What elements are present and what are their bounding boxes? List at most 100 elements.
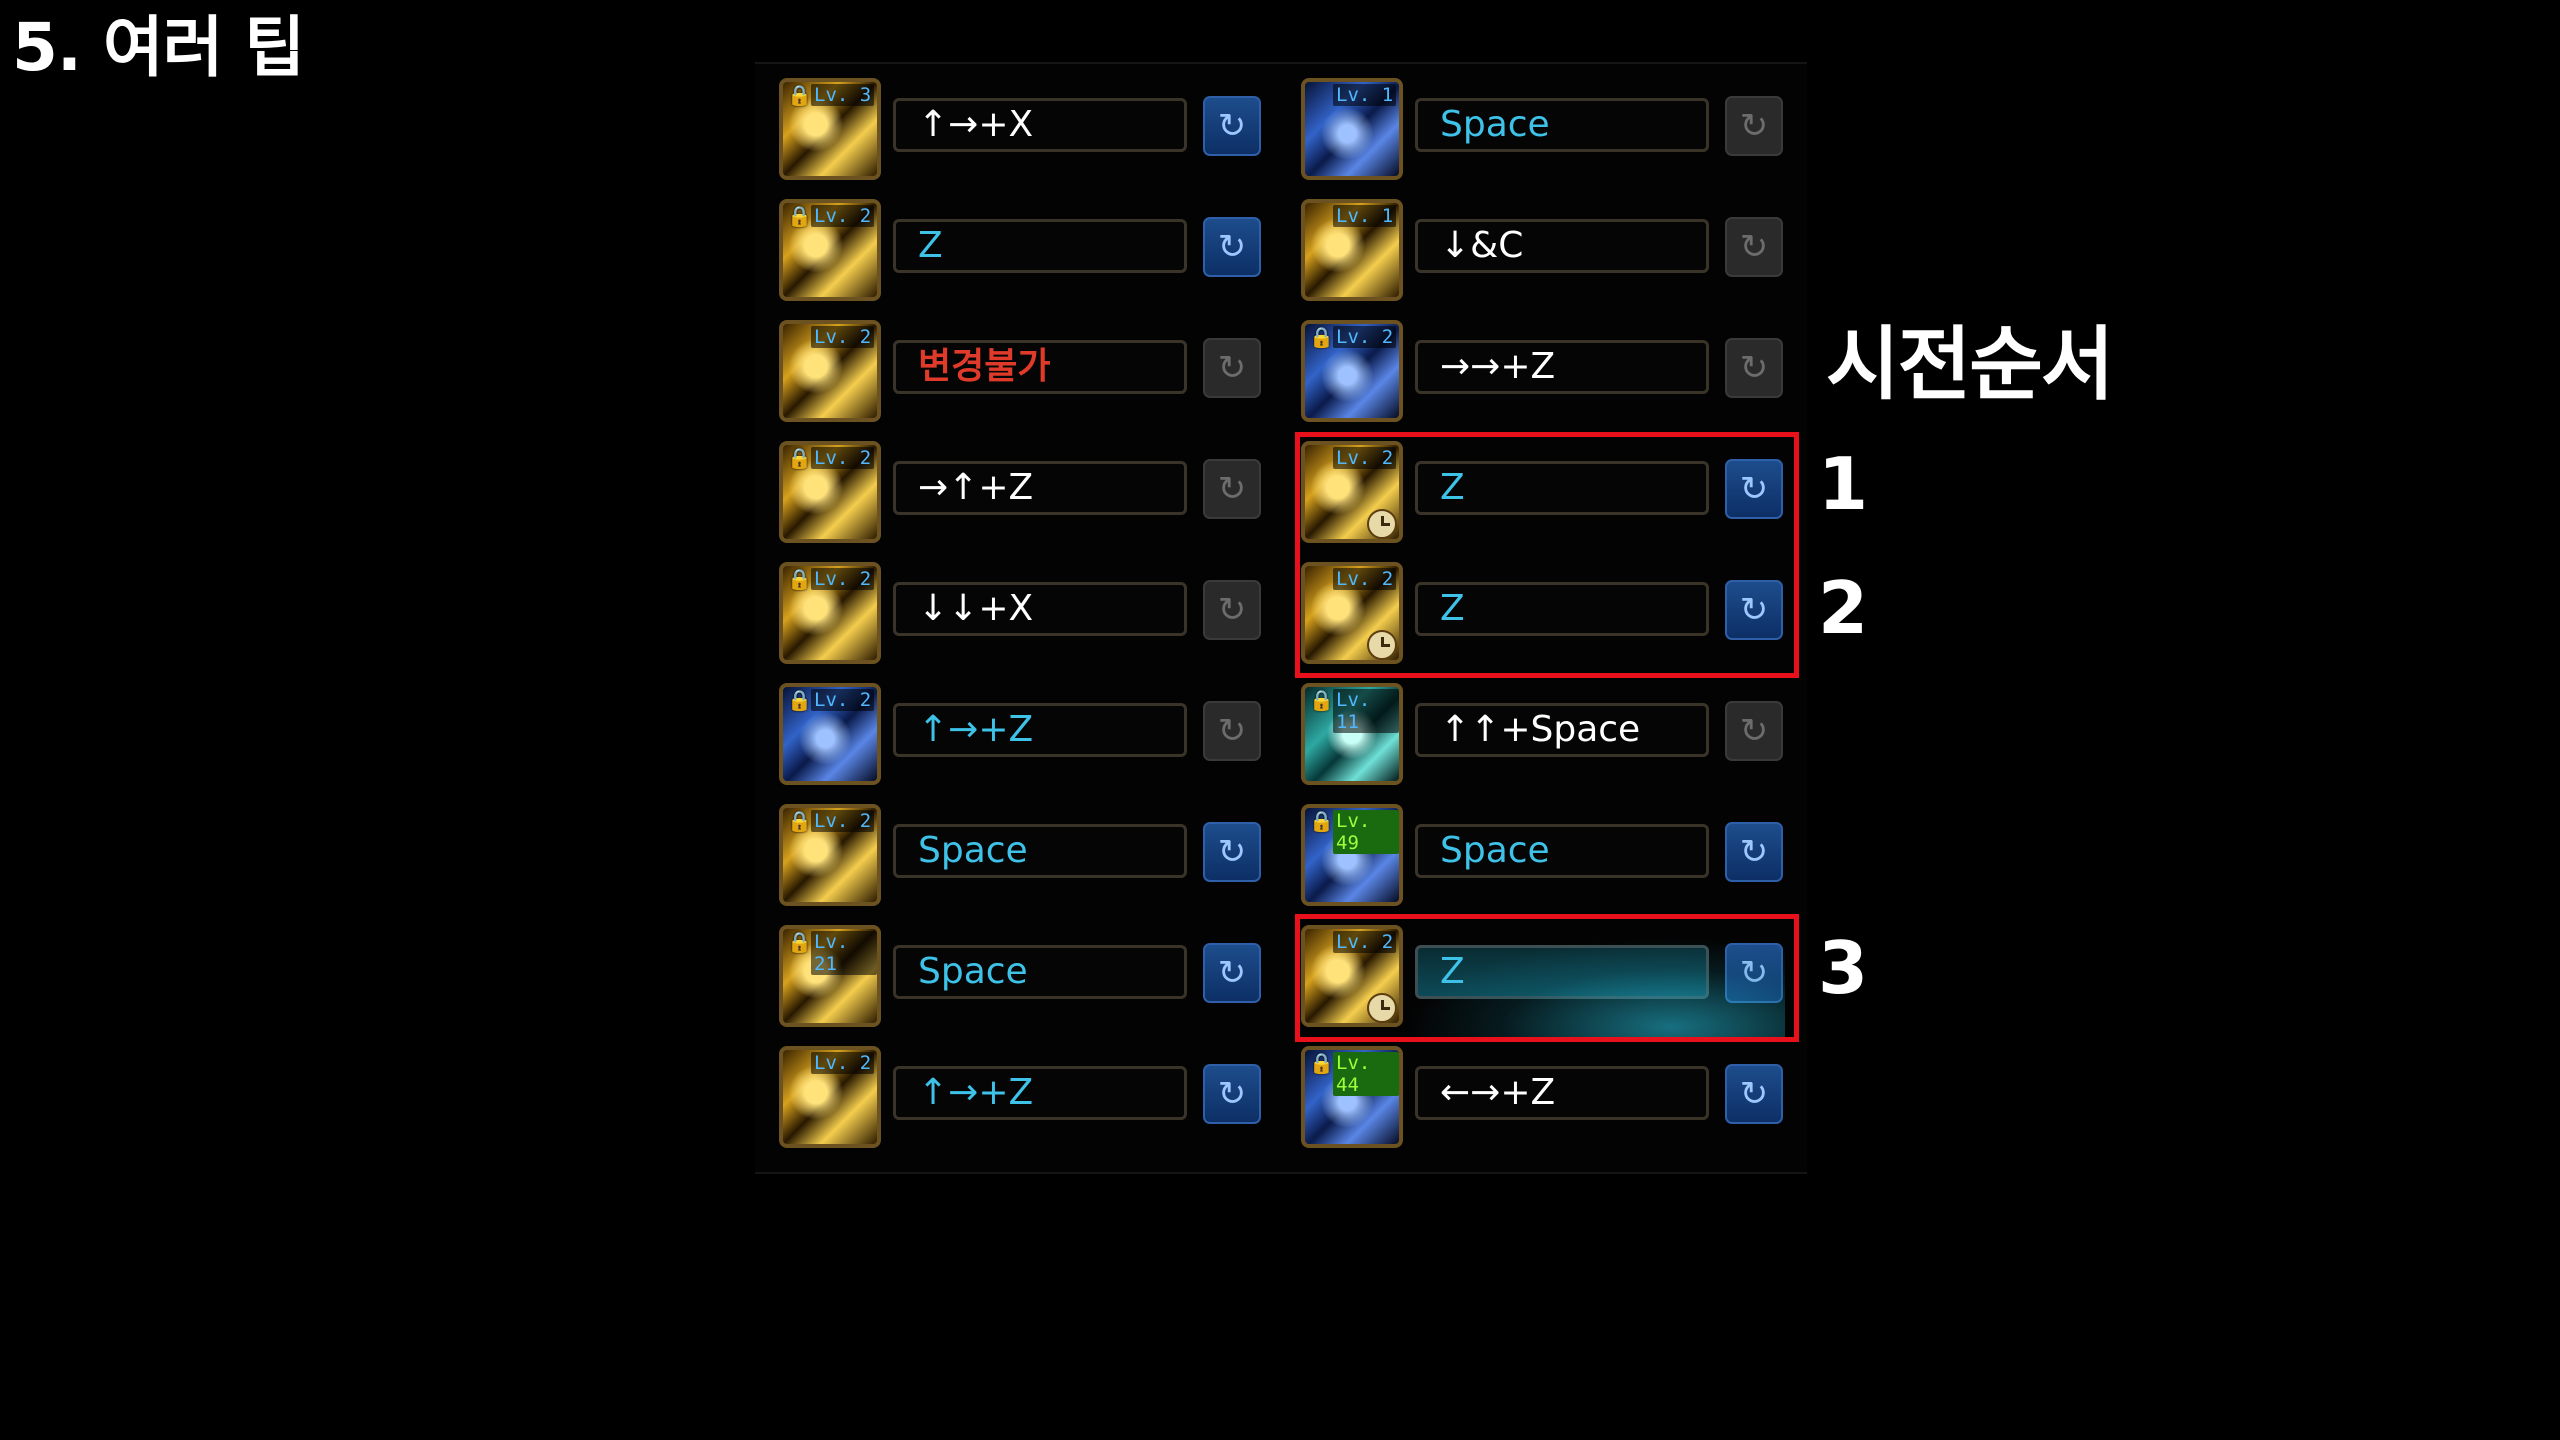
skill-row: 🔒 Lv. 2 →↑+Z ↻ <box>779 437 1261 558</box>
refresh-icon: ↻ <box>1739 227 1769 267</box>
skill-icon[interactable]: 🔒 Lv. 2 <box>779 562 881 664</box>
key-binding-field[interactable]: ↑↑+Space <box>1415 703 1709 757</box>
skill-row: 🔒 Lv. 2 ↑→+Z ↻ <box>779 679 1261 800</box>
refresh-button[interactable]: ↻ <box>1203 701 1261 761</box>
skill-row: Lv. 2 ↑→+Z ↻ <box>779 1042 1261 1163</box>
lock-icon: 🔒 <box>1309 325 1334 349</box>
refresh-button[interactable]: ↻ <box>1725 822 1783 882</box>
key-binding-field[interactable]: ←→+Z <box>1415 1066 1709 1120</box>
refresh-button[interactable]: ↻ <box>1203 943 1261 1003</box>
lock-icon: 🔒 <box>787 204 812 228</box>
skill-level-badge: Lv. 2 <box>811 810 875 832</box>
refresh-icon: ↻ <box>1739 348 1769 388</box>
skill-row: Lv. 1 Space ↻ <box>1301 74 1783 195</box>
highlight-box-order-1-2 <box>1295 432 1799 678</box>
highlight-box-order-3 <box>1295 914 1799 1042</box>
lock-icon: 🔒 <box>1309 688 1334 712</box>
skill-level-badge: Lv. 11 <box>1333 689 1399 733</box>
refresh-button[interactable]: ↻ <box>1725 701 1783 761</box>
skill-row: 🔒 Lv. 2 Space ↻ <box>779 800 1261 921</box>
skill-row: 🔒 Lv. 2 →→+Z ↻ <box>1301 316 1783 437</box>
refresh-icon: ↻ <box>1217 711 1247 751</box>
lock-icon: 🔒 <box>787 446 812 470</box>
refresh-button[interactable]: ↻ <box>1203 580 1261 640</box>
key-binding-field[interactable]: 변경불가 <box>893 340 1187 394</box>
skill-row: Lv. 1 ↓&C ↻ <box>1301 195 1783 316</box>
lock-icon: 🔒 <box>787 688 812 712</box>
skill-icon[interactable]: 🔒 Lv. 2 <box>779 199 881 301</box>
cast-order-number-3: 3 <box>1818 926 1869 1010</box>
key-binding-field[interactable]: Z <box>893 219 1187 273</box>
skill-row: Lv. 2 변경불가 ↻ <box>779 316 1261 437</box>
key-binding-field[interactable]: →→+Z <box>1415 340 1709 394</box>
refresh-icon: ↻ <box>1217 227 1247 267</box>
key-binding-field[interactable]: ↑→+Z <box>893 1066 1187 1120</box>
key-binding-field[interactable]: Space <box>1415 824 1709 878</box>
key-binding-field[interactable]: Space <box>893 824 1187 878</box>
refresh-button[interactable]: ↻ <box>1725 1064 1783 1124</box>
skill-row: 🔒 Lv. 49 Space ↻ <box>1301 800 1783 921</box>
skill-level-badge: Lv. 2 <box>811 447 875 469</box>
cast-order-title: 시전순서 <box>1826 318 2114 411</box>
skill-icon[interactable]: 🔒 Lv. 2 <box>779 441 881 543</box>
refresh-button[interactable]: ↻ <box>1203 96 1261 156</box>
skill-icon[interactable]: 🔒 Lv. 11 <box>1301 683 1403 785</box>
skill-icon[interactable]: 🔒 Lv. 49 <box>1301 804 1403 906</box>
skill-level-badge: Lv. 49 <box>1333 810 1399 854</box>
refresh-icon: ↻ <box>1739 832 1769 872</box>
refresh-icon: ↻ <box>1217 832 1247 872</box>
refresh-button[interactable]: ↻ <box>1203 338 1261 398</box>
lock-icon: 🔒 <box>787 809 812 833</box>
lock-icon: 🔒 <box>787 930 812 954</box>
lock-icon: 🔒 <box>1309 1051 1334 1075</box>
key-binding-field[interactable]: →↑+Z <box>893 461 1187 515</box>
refresh-icon: ↻ <box>1217 590 1247 630</box>
skill-icon[interactable]: Lv. 2 <box>779 320 881 422</box>
refresh-button[interactable]: ↻ <box>1203 822 1261 882</box>
skill-row: 🔒 Lv. 11 ↑↑+Space ↻ <box>1301 679 1783 800</box>
left-skill-column: 🔒 Lv. 3 ↑→+X ↻ 🔒 Lv. 2 Z ↻ Lv. 2 변경불가 ↻ 🔒 Lv. 2 →↑+Z ↻… <box>779 74 1261 1163</box>
key-binding-field[interactable]: ↑→+X <box>893 98 1187 152</box>
cast-order-number-1: 1 <box>1818 442 1869 526</box>
key-binding-field[interactable]: ↓&C <box>1415 219 1709 273</box>
skill-level-badge: Lv. 3 <box>811 84 875 106</box>
refresh-button[interactable]: ↻ <box>1725 96 1783 156</box>
skill-icon[interactable]: 🔒 Lv. 44 <box>1301 1046 1403 1148</box>
skill-icon[interactable]: 🔒 Lv. 2 <box>1301 320 1403 422</box>
refresh-button[interactable]: ↻ <box>1203 217 1261 277</box>
refresh-button[interactable]: ↻ <box>1725 217 1783 277</box>
skill-level-badge: Lv. 2 <box>811 689 875 711</box>
skill-row: 🔒 Lv. 2 Z ↻ <box>779 195 1261 316</box>
refresh-icon: ↻ <box>1739 711 1769 751</box>
skill-level-badge: Lv. 1 <box>1333 84 1397 106</box>
cast-order-number-2: 2 <box>1818 566 1869 650</box>
page-title: 5. 여러 팁 <box>12 9 305 86</box>
refresh-icon: ↻ <box>1217 953 1247 993</box>
skill-icon[interactable]: 🔒 Lv. 2 <box>779 804 881 906</box>
skill-level-badge: Lv. 1 <box>1333 205 1397 227</box>
skill-row: 🔒 Lv. 44 ←→+Z ↻ <box>1301 1042 1783 1163</box>
skill-icon[interactable]: 🔒 Lv. 21 <box>779 925 881 1027</box>
skill-icon[interactable]: Lv. 1 <box>1301 78 1403 180</box>
refresh-button[interactable]: ↻ <box>1203 1064 1261 1124</box>
refresh-button[interactable]: ↻ <box>1725 338 1783 398</box>
skill-level-badge: Lv. 21 <box>811 931 877 975</box>
refresh-icon: ↻ <box>1217 106 1247 146</box>
refresh-icon: ↻ <box>1217 348 1247 388</box>
refresh-icon: ↻ <box>1217 1074 1247 1114</box>
key-binding-field[interactable]: Space <box>893 945 1187 999</box>
skill-row: 🔒 Lv. 2 ↓↓+X ↻ <box>779 558 1261 679</box>
key-binding-field[interactable]: Space <box>1415 98 1709 152</box>
key-binding-field[interactable]: ↑→+Z <box>893 703 1187 757</box>
skill-level-badge: Lv. 44 <box>1333 1052 1399 1096</box>
refresh-button[interactable]: ↻ <box>1203 459 1261 519</box>
skill-level-badge: Lv. 2 <box>811 205 875 227</box>
skill-level-badge: Lv. 2 <box>1333 326 1397 348</box>
skill-icon[interactable]: 🔒 Lv. 2 <box>779 683 881 785</box>
lock-icon: 🔒 <box>787 83 812 107</box>
skill-icon[interactable]: Lv. 1 <box>1301 199 1403 301</box>
refresh-icon: ↻ <box>1217 469 1247 509</box>
skill-icon[interactable]: Lv. 2 <box>779 1046 881 1148</box>
key-binding-field[interactable]: ↓↓+X <box>893 582 1187 636</box>
skill-icon[interactable]: 🔒 Lv. 3 <box>779 78 881 180</box>
